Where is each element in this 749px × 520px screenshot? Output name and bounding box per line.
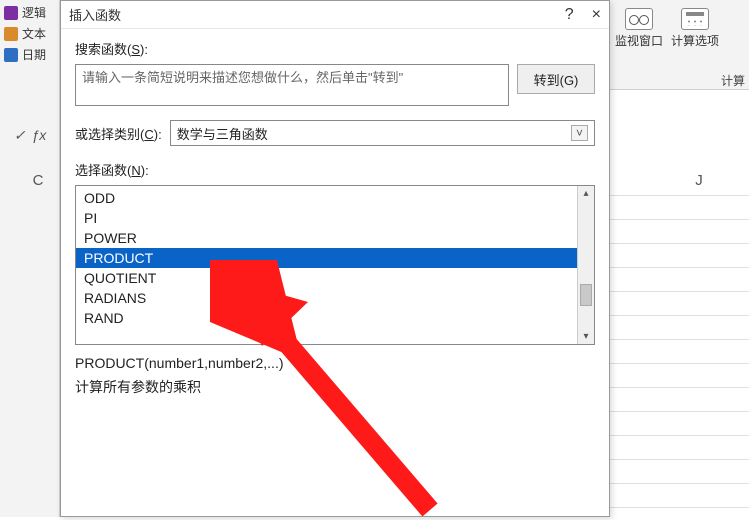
calc-options-label: 计算选项 bbox=[671, 32, 719, 49]
category-value: 数学与三角函数 bbox=[177, 124, 268, 143]
dialog-title: 插入函数 bbox=[69, 5, 121, 24]
scroll-down-icon[interactable]: ▾ bbox=[583, 331, 588, 342]
category-label: 或选择类别(C): bbox=[75, 124, 162, 143]
close-button[interactable]: × bbox=[592, 6, 601, 24]
ribbon-item-logic[interactable]: 逻辑 bbox=[0, 2, 59, 23]
calc-options-icon bbox=[681, 8, 709, 30]
text-icon bbox=[4, 27, 18, 41]
confirm-icon[interactable]: ✓ bbox=[14, 127, 26, 144]
ribbon-label-text: 文本 bbox=[22, 25, 46, 42]
function-signature: PRODUCT(number1,number2,...) bbox=[75, 355, 595, 371]
dialog-body: 搜索函数(S): 请输入一条简短说明来描述您想做什么，然后单击"转到" 转到(G… bbox=[61, 29, 609, 407]
insert-function-dialog: 插入函数 ? × 搜索函数(S): 请输入一条简短说明来描述您想做什么，然后单击… bbox=[60, 0, 610, 517]
column-header-c[interactable]: C bbox=[8, 172, 68, 189]
list-item[interactable]: PI bbox=[76, 208, 577, 228]
ribbon-group-label-calc: 计算 bbox=[721, 72, 745, 89]
list-item[interactable]: RAND bbox=[76, 308, 577, 328]
ribbon-item-text[interactable]: 文本 bbox=[0, 23, 59, 44]
scroll-up-icon[interactable]: ▴ bbox=[583, 188, 588, 199]
search-input[interactable]: 请输入一条简短说明来描述您想做什么，然后单击"转到" bbox=[75, 64, 509, 106]
column-header-j[interactable]: J bbox=[669, 172, 729, 189]
go-button[interactable]: 转到(G) bbox=[517, 64, 595, 94]
ribbon-label-logic: 逻辑 bbox=[22, 4, 46, 21]
watch-window-label: 监视窗口 bbox=[615, 32, 663, 49]
watch-window-button[interactable]: 监视窗口 bbox=[615, 4, 663, 85]
select-function-label: 选择函数(N): bbox=[75, 160, 595, 179]
search-label: 搜索函数(S): bbox=[75, 39, 595, 58]
window-buttons: ? × bbox=[565, 6, 601, 24]
ribbon-left-group: 逻辑 文本 日期 bbox=[0, 0, 60, 517]
list-item[interactable]: QUOTIENT bbox=[76, 268, 577, 288]
list-item[interactable]: POWER bbox=[76, 228, 577, 248]
watch-window-icon bbox=[625, 8, 653, 30]
scroll-thumb[interactable] bbox=[580, 284, 592, 306]
logic-icon bbox=[4, 6, 18, 20]
ribbon-item-date[interactable]: 日期 bbox=[0, 44, 59, 65]
fx-icon[interactable]: ƒx bbox=[31, 127, 46, 143]
formula-bar: ✓ ƒx bbox=[0, 120, 60, 150]
calc-options-button[interactable]: 计算选项 bbox=[671, 4, 719, 85]
ribbon-label-date: 日期 bbox=[22, 46, 46, 63]
dialog-titlebar[interactable]: 插入函数 ? × bbox=[61, 1, 609, 29]
chevron-down-icon[interactable]: ˅ bbox=[571, 125, 588, 141]
help-button[interactable]: ? bbox=[565, 6, 574, 24]
list-item[interactable]: ODD bbox=[76, 188, 577, 208]
function-description: 计算所有参数的乘积 bbox=[75, 377, 595, 397]
list-item[interactable]: RADIANS bbox=[76, 288, 577, 308]
category-select[interactable]: 数学与三角函数 ˅ bbox=[170, 120, 595, 146]
function-listbox[interactable]: ODDPIPOWERPRODUCTQUOTIENTRADIANSRAND ▴ ▾ bbox=[75, 185, 595, 345]
date-icon bbox=[4, 48, 18, 62]
scrollbar-vertical[interactable]: ▴ ▾ bbox=[577, 186, 594, 344]
list-item[interactable]: PRODUCT bbox=[76, 248, 577, 268]
